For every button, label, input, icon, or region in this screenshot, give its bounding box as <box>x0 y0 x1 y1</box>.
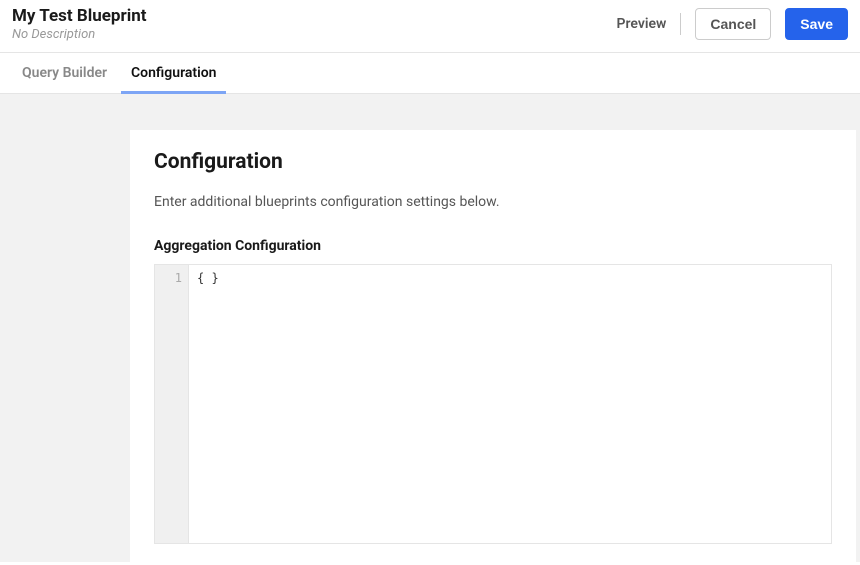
cancel-button[interactable]: Cancel <box>695 8 771 40</box>
header-right: Preview Cancel Save <box>617 8 848 40</box>
line-number: 1 <box>155 271 182 285</box>
panel-title: Configuration <box>154 150 832 174</box>
page-description: No Description <box>12 27 147 42</box>
aggregation-config-label: Aggregation Configuration <box>154 238 832 254</box>
header-left: My Test Blueprint No Description <box>12 6 147 42</box>
tab-configuration[interactable]: Configuration <box>121 53 226 93</box>
panel-description: Enter additional blueprints configuratio… <box>154 194 832 210</box>
page-header: My Test Blueprint No Description Preview… <box>0 0 860 53</box>
tabs-bar: Query Builder Configuration <box>0 53 860 94</box>
content-area: Configuration Enter additional blueprint… <box>0 94 860 562</box>
save-button[interactable]: Save <box>785 8 848 40</box>
editor-code[interactable]: { } <box>189 265 831 543</box>
editor-gutter: 1 <box>155 265 189 543</box>
preview-link[interactable]: Preview <box>617 16 667 32</box>
vertical-divider <box>680 13 681 35</box>
config-panel: Configuration Enter additional blueprint… <box>130 130 856 562</box>
tab-query-builder[interactable]: Query Builder <box>12 53 117 93</box>
page-title: My Test Blueprint <box>12 6 147 26</box>
aggregation-config-editor[interactable]: 1 { } <box>154 264 832 544</box>
